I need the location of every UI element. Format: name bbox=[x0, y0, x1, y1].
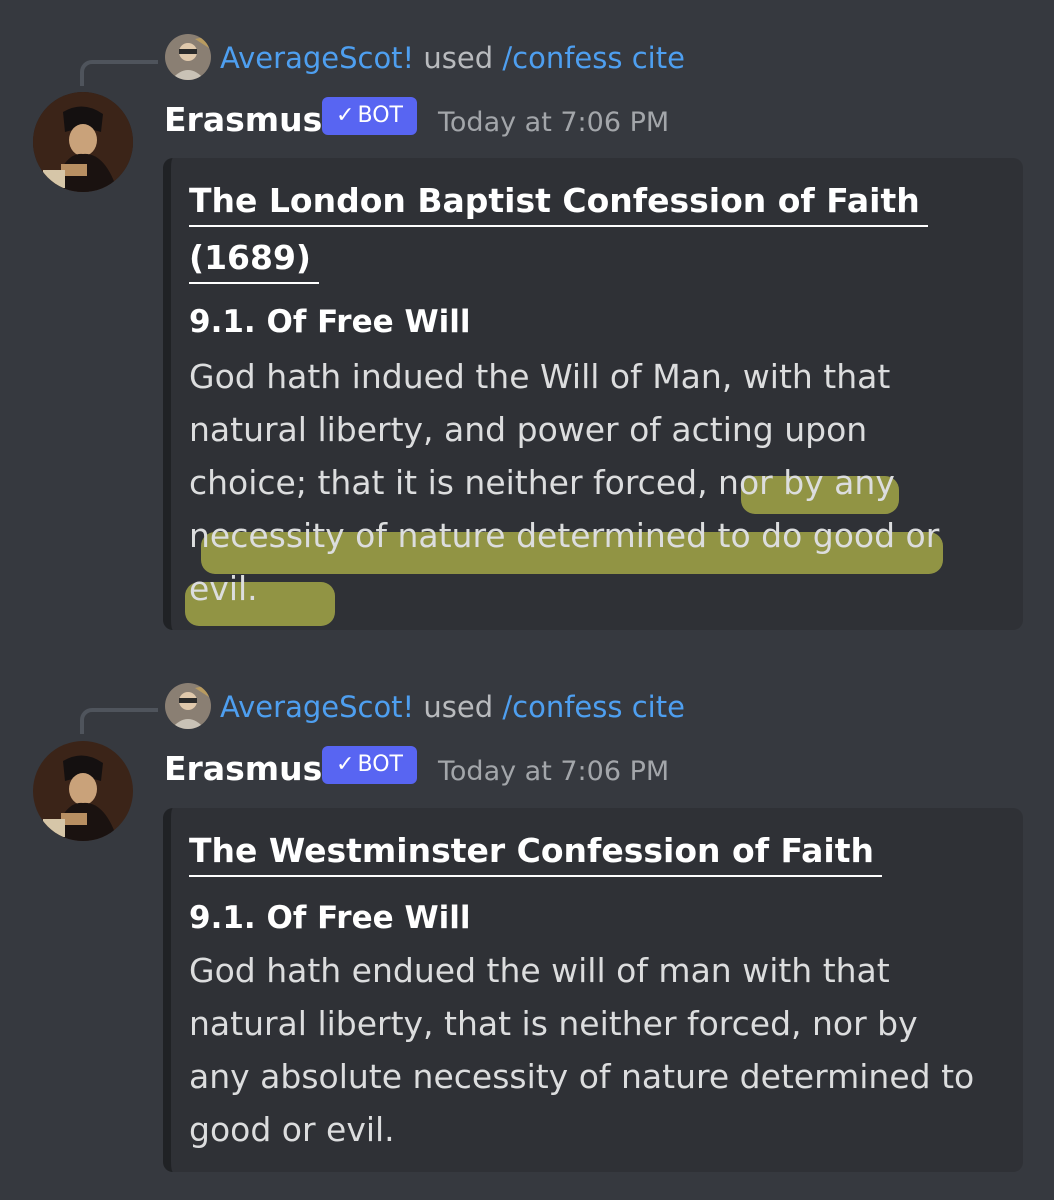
bot-badge: ✓ BOT bbox=[322, 746, 417, 784]
verified-check-icon: ✓ bbox=[336, 752, 355, 777]
field-name: 9.1. Of Free Will bbox=[189, 900, 471, 936]
reply-summary: AverageScot! used /confess cite bbox=[220, 687, 685, 727]
field-value-line: necessity of nature determined to do goo… bbox=[189, 516, 940, 555]
embed-title-line[interactable]: The Westminster Confession of Faith bbox=[189, 829, 882, 877]
author-name[interactable]: Erasmus bbox=[164, 747, 322, 791]
field-value: God hath indued the Will of Man, with th… bbox=[189, 350, 1009, 615]
reply-username[interactable]: AverageScot! bbox=[220, 690, 414, 724]
field-value-line: evil. bbox=[189, 569, 258, 608]
message-2: AverageScot! used /confess cite Erasmus … bbox=[0, 650, 1054, 1190]
reply-username[interactable]: AverageScot! bbox=[220, 41, 414, 75]
field-value: God hath endued the will of man with tha… bbox=[189, 944, 1009, 1156]
bot-avatar[interactable] bbox=[33, 92, 133, 192]
field-name: 9.1. Of Free Will bbox=[189, 304, 471, 340]
bot-badge: ✓ BOT bbox=[322, 97, 417, 135]
reply-command[interactable]: /confess cite bbox=[502, 41, 685, 75]
author-name[interactable]: Erasmus bbox=[164, 98, 322, 142]
message-1: AverageScot! used /confess cite Erasmus … bbox=[0, 0, 1054, 640]
field-value-line: natural liberty, and power of acting upo… bbox=[189, 410, 868, 449]
reply-user-avatar[interactable] bbox=[165, 34, 211, 80]
embed-title-line[interactable]: (1689) bbox=[189, 236, 320, 284]
field-value-line: good or evil. bbox=[189, 1110, 395, 1149]
embed-card: The London Baptist Confession of Faith (… bbox=[163, 158, 1023, 630]
field-value-line: choice; that it is neither forced, nor b… bbox=[189, 463, 895, 502]
verified-check-icon: ✓ bbox=[336, 103, 355, 128]
reply-verb: used bbox=[423, 41, 494, 75]
message-timestamp[interactable]: Today at 7:06 PM bbox=[438, 103, 669, 143]
field-value-line: any absolute necessity of nature determi… bbox=[189, 1057, 975, 1096]
reply-connector bbox=[80, 708, 158, 734]
reply-connector bbox=[80, 60, 158, 86]
message-timestamp[interactable]: Today at 7:06 PM bbox=[438, 752, 669, 792]
bot-badge-label: BOT bbox=[357, 103, 403, 128]
embed-title[interactable]: The Westminster Confession of Faith bbox=[189, 824, 882, 878]
reply-summary: AverageScot! used /confess cite bbox=[220, 38, 685, 78]
field-value-line: natural liberty, that is neither forced,… bbox=[189, 1004, 918, 1043]
embed-card: The Westminster Confession of Faith 9.1.… bbox=[163, 808, 1023, 1172]
field-value-line: God hath endued the will of man with tha… bbox=[189, 951, 890, 990]
bot-badge-label: BOT bbox=[357, 752, 403, 777]
reply-verb: used bbox=[423, 690, 494, 724]
embed-title[interactable]: The London Baptist Confession of Faith (… bbox=[189, 174, 928, 285]
reply-command[interactable]: /confess cite bbox=[502, 690, 685, 724]
field-value-line: God hath indued the Will of Man, with th… bbox=[189, 357, 891, 396]
embed-title-line[interactable]: The London Baptist Confession of Faith bbox=[189, 179, 928, 227]
bot-avatar[interactable] bbox=[33, 741, 133, 841]
reply-user-avatar[interactable] bbox=[165, 683, 211, 729]
